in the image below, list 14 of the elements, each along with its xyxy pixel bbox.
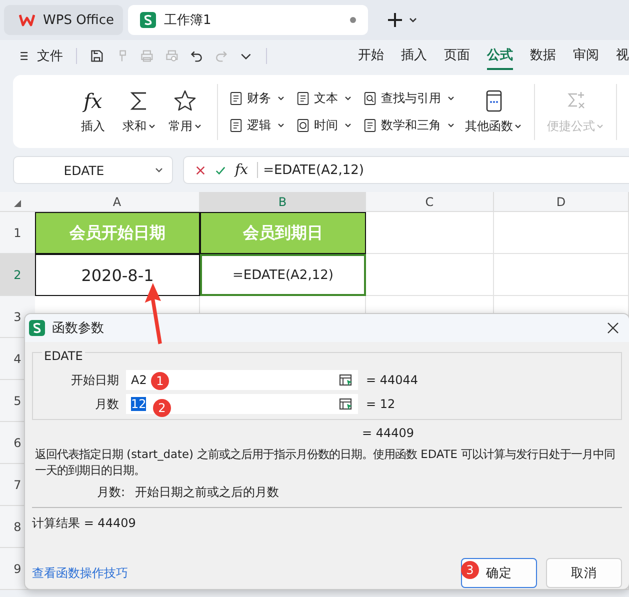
function-icon: fx [84,88,102,112]
argument-value: = 12 [366,397,396,411]
argument-help-label: 月数: [97,484,126,501]
formula-result: = 44409 [362,426,416,440]
argument-label: 开始日期 [70,372,120,388]
function-name: EDATE [42,349,85,363]
argument-help: 开始日期之前或之后的月数 [135,484,280,501]
calculation-result: 计算结果 = 44409 [32,515,137,532]
dialog-title: 函数参数 [52,320,105,337]
argument-label: 月数 [94,396,120,412]
tab-label: WPS Office [43,12,114,28]
argument-value: = 44044 [366,373,418,387]
function-description: 返回代表指定日期 (start_date) 之前或之后用于指示月份数的日期。使用函数 EDATE 可以计算与发行日处于一月中同一天的到期日的日期。 [35,446,616,478]
tab-label: 工作簿1 [164,12,212,29]
